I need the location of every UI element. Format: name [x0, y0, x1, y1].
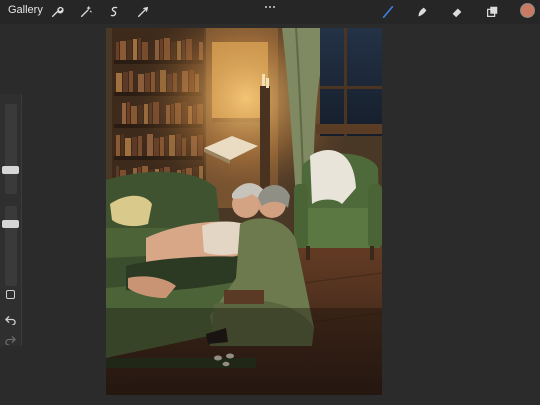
modify-button[interactable] [6, 290, 15, 299]
opacity-knob[interactable] [2, 220, 19, 229]
box [224, 290, 264, 304]
layers-icon[interactable] [483, 3, 501, 21]
brush-size-slider[interactable] [5, 104, 17, 194]
more-actions-icon[interactable] [262, 1, 278, 13]
gallery-button[interactable]: Gallery [8, 4, 43, 16]
magic-wand-icon[interactable] [77, 3, 95, 21]
pillow [110, 195, 152, 227]
brush-size-knob[interactable] [2, 165, 19, 174]
window [316, 28, 382, 136]
selection-icon[interactable] [105, 3, 123, 21]
eraser-icon[interactable] [448, 3, 466, 21]
smudge-icon[interactable] [413, 3, 431, 21]
armchair [294, 150, 382, 260]
transform-icon[interactable] [134, 3, 152, 21]
undo-icon[interactable] [3, 312, 18, 326]
color-picker-swatch[interactable] [520, 3, 535, 18]
opacity-slider[interactable] [5, 206, 17, 286]
redo-icon[interactable] [3, 332, 18, 346]
artwork [106, 28, 382, 395]
drawing-canvas[interactable] [106, 28, 382, 395]
left-sidebar [0, 94, 22, 346]
top-toolbar: Gallery [0, 0, 540, 24]
brush-icon[interactable] [379, 3, 397, 21]
wrench-icon[interactable] [48, 3, 66, 21]
